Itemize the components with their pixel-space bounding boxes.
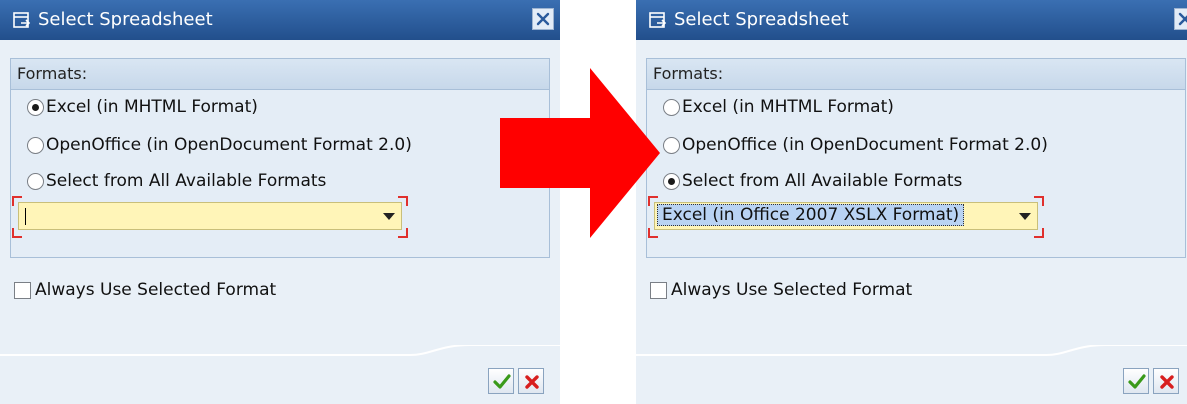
dialog-title-bar: Select Spreadsheet [0, 0, 560, 40]
radio-option-openoffice[interactable]: OpenOffice (in OpenDocument Format 2.0) [27, 133, 412, 157]
always-use-format-option[interactable]: Always Use Selected Format [14, 278, 276, 302]
always-use-format-checkbox[interactable] [14, 281, 31, 299]
cancel-button[interactable] [1153, 368, 1179, 394]
text-cursor [25, 208, 26, 225]
format-select[interactable]: Excel (in Office 2007 XSLX Format) [654, 202, 1038, 230]
screenshot-stage: Select Spreadsheet Formats: Excel (in MH… [0, 0, 1187, 404]
dialog-title-bar: Select Spreadsheet [636, 0, 1187, 40]
chevron-down-icon[interactable] [383, 213, 395, 220]
dialog-icon [13, 12, 31, 28]
radio-button[interactable] [663, 98, 680, 116]
chevron-down-icon[interactable] [1019, 213, 1031, 220]
radio-label: Select from All Available Formats [46, 171, 327, 191]
format-select-field [12, 196, 408, 238]
format-select[interactable] [18, 202, 402, 230]
radio-label: Excel (in MHTML Format) [682, 97, 894, 117]
dialog-title: Select Spreadsheet [38, 9, 213, 30]
radio-option-excel-mhtml[interactable]: Excel (in MHTML Format) [663, 95, 894, 119]
always-use-format-checkbox[interactable] [650, 281, 667, 299]
close-icon [536, 12, 550, 26]
radio-option-all-formats[interactable]: Select from All Available Formats [27, 169, 326, 193]
always-use-format-label: Always Use Selected Format [35, 280, 277, 300]
radio-option-all-formats[interactable]: Select from All Available Formats [663, 169, 962, 193]
format-select-value: Excel (in Office 2007 XSLX Format) [657, 204, 965, 226]
radio-button[interactable] [663, 136, 680, 154]
radio-label: Excel (in MHTML Format) [46, 97, 258, 117]
radio-button[interactable] [27, 136, 44, 154]
dialog-icon [649, 12, 667, 28]
always-use-format-label: Always Use Selected Format [671, 280, 913, 300]
select-spreadsheet-dialog-before: Select Spreadsheet Formats: Excel (in MH… [0, 0, 560, 404]
close-button[interactable] [532, 8, 554, 30]
formats-group-header: Formats: [11, 59, 549, 90]
right-arrow-icon [500, 68, 660, 238]
formats-group-header: Formats: [647, 59, 1185, 90]
formats-group-title: Formats: [653, 64, 724, 83]
radio-button[interactable] [27, 98, 44, 116]
confirm-button[interactable] [1123, 368, 1149, 394]
radio-option-excel-mhtml[interactable]: Excel (in MHTML Format) [27, 95, 258, 119]
always-use-format-option[interactable]: Always Use Selected Format [650, 278, 912, 302]
cancel-button[interactable] [518, 368, 544, 394]
radio-label: Select from All Available Formats [682, 171, 963, 191]
radio-option-openoffice[interactable]: OpenOffice (in OpenDocument Format 2.0) [663, 133, 1048, 157]
checkmark-icon [1128, 374, 1146, 389]
confirm-button[interactable] [488, 368, 514, 394]
checkmark-icon [493, 374, 511, 389]
radio-label: OpenOffice (in OpenDocument Format 2.0) [46, 135, 412, 155]
select-spreadsheet-dialog-after: Select Spreadsheet Formats: Excel (in MH… [636, 0, 1187, 404]
footer-divider [636, 345, 1187, 404]
format-select-field: Excel (in Office 2007 XSLX Format) [648, 196, 1044, 238]
dialog-title: Select Spreadsheet [674, 9, 849, 30]
close-button[interactable] [1174, 8, 1187, 30]
radio-button[interactable] [27, 172, 44, 190]
footer-divider [0, 345, 560, 404]
close-icon [1178, 12, 1187, 26]
cancel-icon [1160, 375, 1174, 389]
radio-label: OpenOffice (in OpenDocument Format 2.0) [682, 135, 1048, 155]
formats-group-title: Formats: [17, 64, 88, 83]
cancel-icon [525, 375, 539, 389]
radio-button[interactable] [663, 172, 680, 190]
